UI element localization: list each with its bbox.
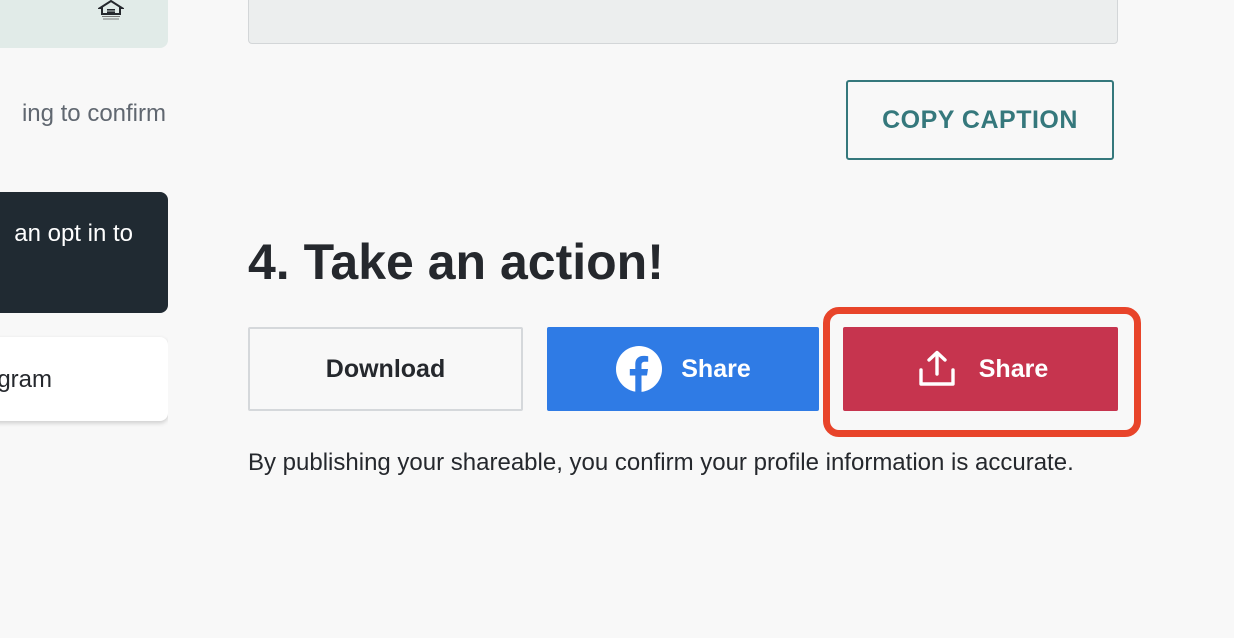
publish-disclaimer: By publishing your shareable, you confir… bbox=[248, 449, 1074, 476]
program-card[interactable]: gram bbox=[0, 337, 168, 421]
equal-housing-opportunity-icon bbox=[98, 0, 124, 20]
facebook-share-label: Share bbox=[681, 354, 751, 383]
share-button-label: Share bbox=[978, 354, 1049, 383]
caption-text-box[interactable] bbox=[248, 0, 1118, 44]
facebook-share-button[interactable]: Share bbox=[547, 327, 819, 411]
download-button[interactable]: Download bbox=[248, 327, 523, 411]
left-column: ing to confirm an opt in to gram bbox=[0, 0, 168, 638]
share-upload-icon bbox=[913, 345, 961, 393]
opt-in-card[interactable]: an opt in to bbox=[0, 192, 168, 313]
left-partial-text: ing to confirm bbox=[21, 100, 166, 127]
program-card-text: gram bbox=[0, 366, 52, 393]
facebook-icon bbox=[615, 345, 663, 393]
section-title: 4. Take an action! bbox=[248, 234, 664, 290]
share-button[interactable]: Share bbox=[843, 327, 1118, 411]
logo-card bbox=[0, 0, 168, 48]
copy-caption-button[interactable]: COPY CAPTION bbox=[846, 80, 1114, 160]
opt-in-card-text: an opt in to bbox=[14, 220, 133, 247]
download-button-label: Download bbox=[325, 354, 446, 383]
